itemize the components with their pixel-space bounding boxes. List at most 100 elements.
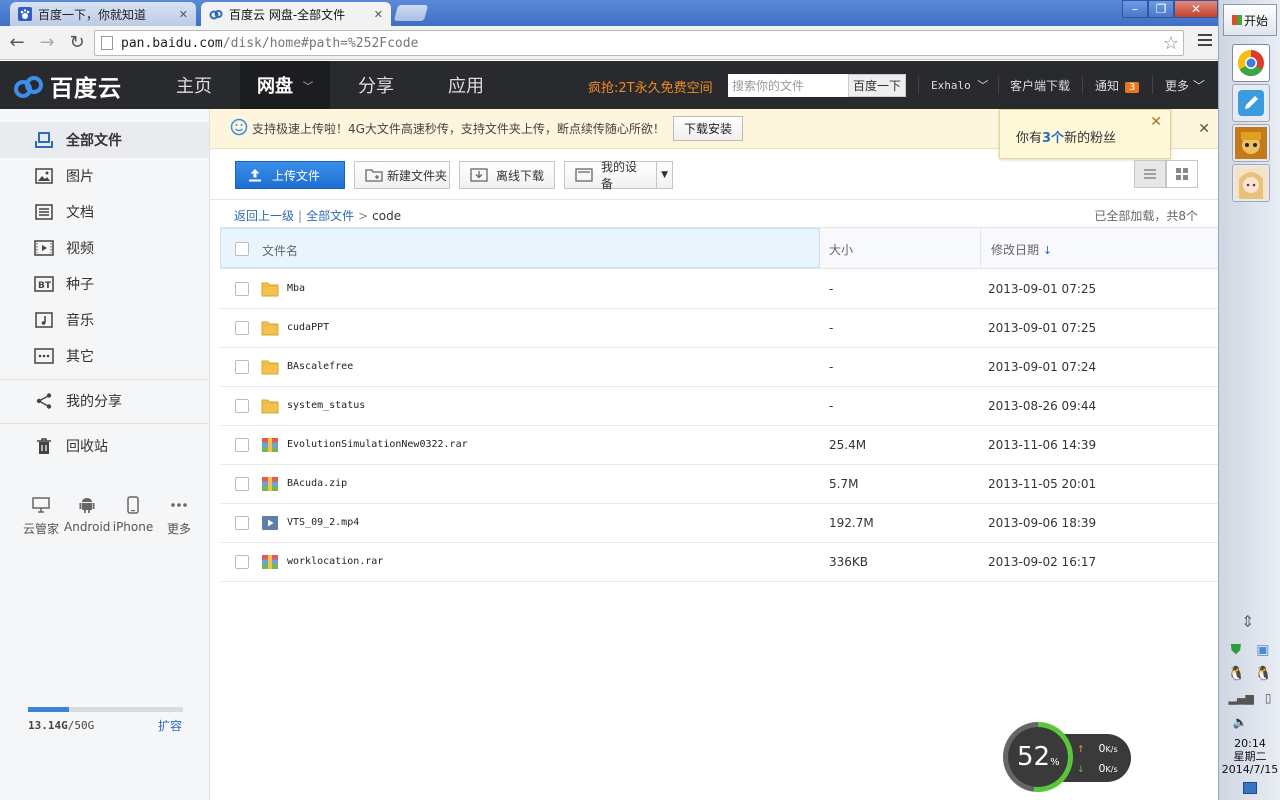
minimize-icon[interactable]: – <box>1122 0 1148 18</box>
table-row[interactable]: cudaPPT - 2013-09-01 07:25 <box>220 309 1218 348</box>
device-more[interactable]: 更多 <box>156 494 202 537</box>
tab-close-icon[interactable]: ✕ <box>179 8 188 21</box>
nav-netdisk[interactable]: 网盘 ﹀ <box>240 61 330 109</box>
taskbar-clock[interactable]: 20:14 星期二 2014/7/15 <box>1219 737 1280 776</box>
bookmark-star-icon[interactable]: ☆ <box>1163 33 1179 54</box>
sidebar-item-images[interactable]: 图片 <box>0 158 209 194</box>
row-checkbox[interactable] <box>235 282 249 296</box>
restore-icon[interactable]: ❐ <box>1148 0 1174 18</box>
sidebar-item-my-share[interactable]: 我的分享 <box>0 383 209 419</box>
table-row[interactable]: Mba - 2013-09-01 07:25 <box>220 270 1218 309</box>
network-speed-widget[interactable]: ↑ 0K/s ↓ 0K/s 52% <box>1003 722 1131 794</box>
row-checkbox[interactable] <box>235 477 249 491</box>
reload-icon[interactable]: ↻ <box>64 30 90 56</box>
file-name[interactable]: EvolutionSimulationNew0322.rar <box>287 439 468 450</box>
search-input[interactable] <box>728 74 848 97</box>
sidebar: 全部文件 图片 文档 视频 BT 种子 音乐 其它 我的分享 回收站 云管家 A… <box>0 109 210 800</box>
device-cloud-manager[interactable]: 云管家 <box>18 494 64 537</box>
tab-baidu-pan[interactable]: 百度云 网盘-全部文件 ✕ <box>201 2 391 26</box>
column-date-label[interactable]: 修改日期 ↓ <box>991 241 1052 258</box>
user-menu[interactable]: Exhalo ﹀ <box>931 77 988 93</box>
close-icon[interactable]: ✕ <box>1198 121 1210 137</box>
folder-icon <box>261 398 279 414</box>
table-row[interactable]: EvolutionSimulationNew0322.rar 25.4M 2013-… <box>220 426 1218 465</box>
show-desktop-icon[interactable] <box>1243 782 1257 794</box>
qq-penguin-icon[interactable]: 🐧 <box>1255 666 1272 682</box>
file-name[interactable]: worklocation.rar <box>287 556 383 567</box>
file-name[interactable]: system_status <box>287 400 365 411</box>
taskbar-app-avatar-1[interactable] <box>1232 124 1270 162</box>
show-hidden-icons[interactable]: ⇕ <box>1241 612 1254 631</box>
device-icon[interactable]: ▯ <box>1265 691 1272 705</box>
breadcrumb-root[interactable]: 全部文件 <box>306 209 354 223</box>
new-tab-button[interactable] <box>393 5 429 21</box>
nav-apps[interactable]: 应用 <box>422 61 510 109</box>
grid-view-icon[interactable] <box>1166 160 1198 188</box>
my-devices-button[interactable]: 我的设备 ▼ <box>564 160 673 191</box>
more-menu[interactable]: 更多 ﹀ <box>1165 77 1205 94</box>
row-checkbox[interactable] <box>235 399 249 413</box>
sidebar-item-videos[interactable]: 视频 <box>0 230 209 266</box>
close-icon[interactable]: ✕ <box>1150 114 1162 130</box>
upload-button[interactable]: 上传文件 <box>235 161 345 189</box>
promo-link[interactable]: 疯抢:2T永久免费空间 <box>588 77 713 96</box>
expand-storage-link[interactable]: 扩容 <box>158 717 182 734</box>
start-button[interactable]: 开始 <box>1223 4 1277 36</box>
taskbar-notes[interactable] <box>1232 84 1270 122</box>
caret-down-icon[interactable]: ▼ <box>656 162 672 188</box>
address-bar[interactable]: pan.baidu.com/disk/home#path=%252Fcode ☆ <box>94 30 1184 56</box>
sidebar-item-music[interactable]: 音乐 <box>0 302 209 338</box>
back-link[interactable]: 返回上一级 <box>234 209 294 223</box>
tab-close-icon[interactable]: ✕ <box>374 8 383 21</box>
sidebar-item-recycle-bin[interactable]: 回收站 <box>0 428 209 464</box>
search-button[interactable]: 百度一下 <box>848 74 906 97</box>
browser-menu-icon[interactable] <box>1198 34 1212 49</box>
table-row[interactable]: BAscalefree - 2013-09-01 07:24 <box>220 348 1218 387</box>
taskbar-app-avatar-2[interactable] <box>1232 164 1270 202</box>
file-name[interactable]: VTS_09_2.mp4 <box>287 517 359 528</box>
browser-toolbar: ← → ↻ pan.baidu.com/disk/home#path=%252F… <box>0 26 1218 60</box>
sidebar-item-others[interactable]: 其它 <box>0 338 209 374</box>
sidebar-item-documents[interactable]: 文档 <box>0 194 209 230</box>
sidebar-item-all-files[interactable]: 全部文件 <box>0 122 209 158</box>
list-view-icon[interactable] <box>1134 160 1166 188</box>
file-name[interactable]: cudaPPT <box>287 322 329 333</box>
qq-penguin-icon[interactable]: 🐧 <box>1228 666 1245 682</box>
nav-share[interactable]: 分享 <box>332 61 420 109</box>
nav-home[interactable]: 主页 <box>150 61 238 109</box>
fans-message[interactable]: 你有3个新的粉丝 <box>1016 127 1116 146</box>
row-checkbox[interactable] <box>235 555 249 569</box>
lock-screen-icon[interactable]: ▣ <box>1256 642 1269 658</box>
window-close-icon[interactable]: ✕ <box>1174 0 1218 18</box>
column-size-label[interactable]: 大小 <box>829 241 853 258</box>
download-install-button[interactable]: 下载安装 <box>672 116 743 141</box>
row-checkbox[interactable] <box>235 360 249 374</box>
file-name[interactable]: BAscalefree <box>287 361 353 372</box>
network-signal-icon[interactable]: ▂▄▆ <box>1229 692 1254 705</box>
name-column-header[interactable]: 文件名 <box>220 228 820 268</box>
shield-icon[interactable]: ⛊ <box>1231 642 1242 658</box>
volume-icon[interactable]: 🔈 <box>1233 715 1248 729</box>
sidebar-item-torrents[interactable]: BT 种子 <box>0 266 209 302</box>
select-all-checkbox[interactable] <box>235 242 249 256</box>
device-android[interactable]: Android <box>64 494 110 537</box>
device-iphone[interactable]: iPhone <box>110 494 156 537</box>
table-row[interactable]: system_status - 2013-08-26 09:44 <box>220 387 1218 426</box>
table-row[interactable]: worklocation.rar 336KB 2013-09-02 16:17 <box>220 543 1218 582</box>
file-name[interactable]: Mba <box>287 283 305 294</box>
forward-arrow-icon[interactable]: → <box>34 30 60 56</box>
client-download-link[interactable]: 客户端下载 <box>1010 77 1070 94</box>
tab-baidu-search[interactable]: 百度一下，你就知道 ✕ <box>10 2 196 26</box>
table-row[interactable]: VTS_09_2.mp4 192.7M 2013-09-06 18:39 <box>220 504 1218 543</box>
file-name[interactable]: BAcuda.zip <box>287 478 347 489</box>
new-folder-button[interactable]: 新建文件夹 <box>354 161 450 189</box>
baidu-cloud-logo[interactable]: 百度云 <box>12 69 122 103</box>
taskbar-chrome[interactable] <box>1232 44 1270 82</box>
row-checkbox[interactable] <box>235 321 249 335</box>
table-row[interactable]: BAcuda.zip 5.7M 2013-11-05 20:01 <box>220 465 1218 504</box>
notifications-link[interactable]: 通知 3 <box>1095 77 1140 94</box>
back-arrow-icon[interactable]: ← <box>4 30 30 56</box>
row-checkbox[interactable] <box>235 438 249 452</box>
row-checkbox[interactable] <box>235 516 249 530</box>
offline-download-button[interactable]: 离线下载 <box>459 161 555 189</box>
